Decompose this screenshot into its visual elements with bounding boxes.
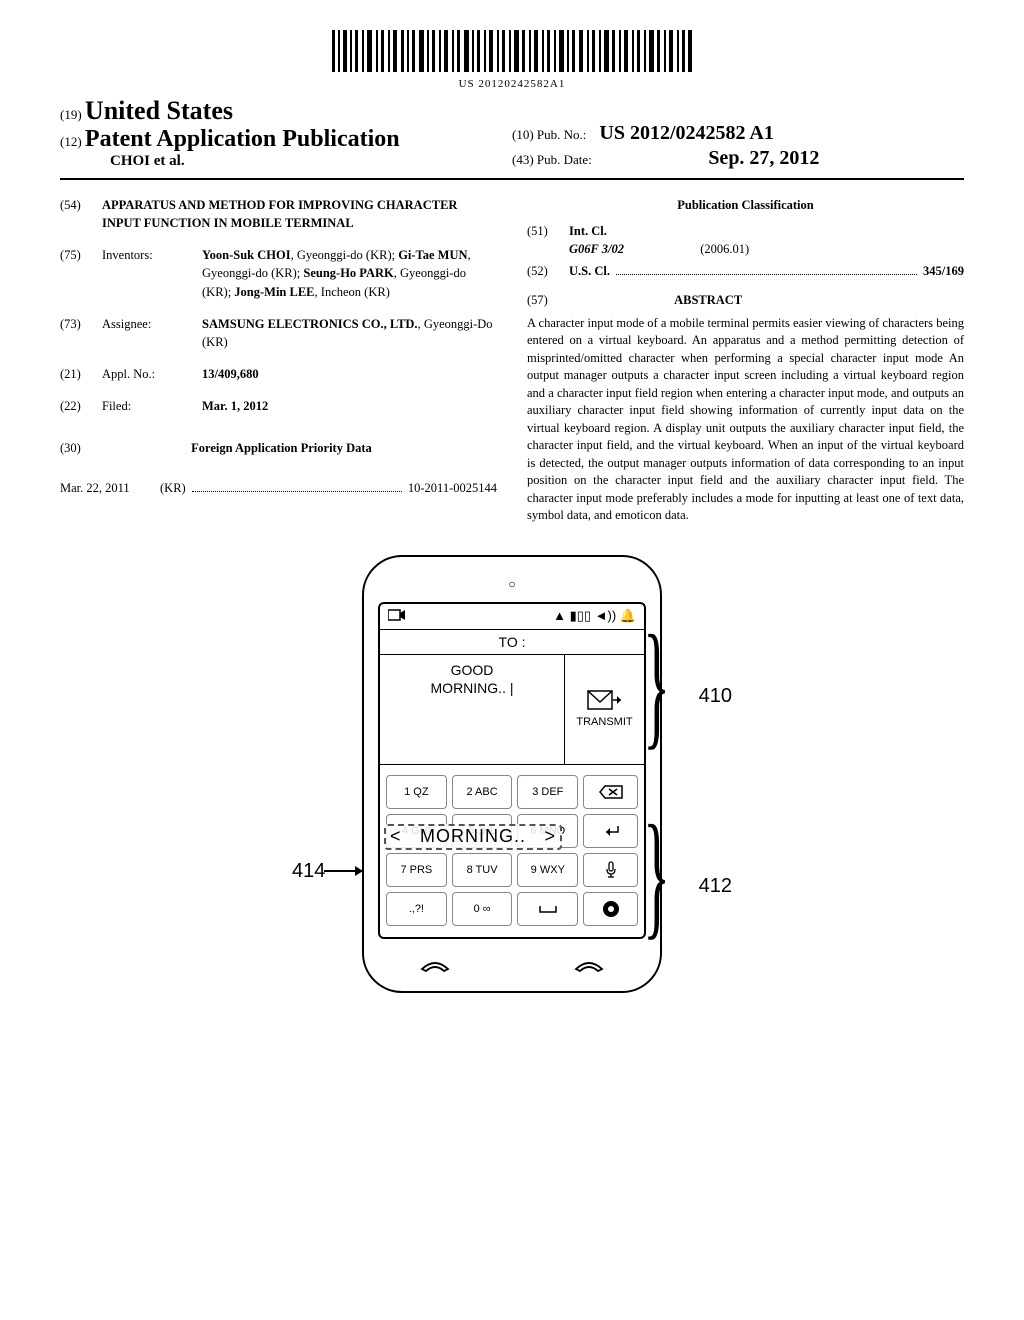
key-enter bbox=[583, 814, 638, 848]
key-space bbox=[517, 892, 578, 926]
us-cl-val: 345/169 bbox=[923, 262, 964, 280]
int-cl-label: Int. Cl. bbox=[569, 224, 607, 238]
appl-num: 13/409,680 bbox=[202, 367, 259, 381]
figure: } 410 } 412 414 ○ ▲ ▮▯▯ ◄)) 🔔 TO : GOOD … bbox=[60, 555, 964, 993]
phone-outline: ○ ▲ ▮▯▯ ◄)) 🔔 TO : GOOD MORNING.. | bbox=[362, 555, 662, 993]
filed: Mar. 1, 2012 bbox=[202, 399, 268, 413]
to-field: TO : bbox=[380, 630, 644, 655]
overlay-text: MORNING.. bbox=[420, 826, 526, 847]
envelope-icon bbox=[587, 690, 623, 714]
assignee-num: (73) bbox=[60, 315, 102, 351]
dots bbox=[616, 274, 917, 275]
us-cl-label: U.S. Cl. bbox=[569, 262, 610, 280]
title-num: (54) bbox=[60, 196, 102, 232]
key-backspace bbox=[583, 775, 638, 809]
abstract: A character input mode of a mobile termi… bbox=[527, 315, 964, 525]
gear-icon bbox=[601, 899, 621, 919]
overlay-left-chevron: < bbox=[390, 826, 402, 847]
appl-num-label: Appl. No.: bbox=[102, 365, 202, 383]
int-cl-year: (2006.01) bbox=[700, 242, 749, 256]
inventors-num: (75) bbox=[60, 246, 102, 300]
keypad: 1 QZ 2 ABC 3 DEF 4 GHI 5 JKL 6 MNO bbox=[380, 765, 644, 937]
key-9: 9 WXY bbox=[517, 853, 578, 887]
pub-no-label: Pub. No.: bbox=[537, 127, 586, 142]
foreign-title: Foreign Application Priority Data bbox=[84, 439, 479, 457]
header: (19) United States (12) Patent Applicati… bbox=[60, 96, 964, 170]
foreign-app: 10-2011-0025144 bbox=[408, 479, 497, 497]
key-1: 1 QZ bbox=[386, 775, 447, 809]
filed-label: Filed: bbox=[102, 397, 202, 415]
appl-num-num: (21) bbox=[60, 365, 102, 383]
message-area: GOOD MORNING.. | TRANSMIT bbox=[380, 655, 644, 765]
leader-414 bbox=[324, 870, 362, 872]
mic-icon bbox=[605, 861, 617, 879]
call-icon bbox=[418, 957, 452, 973]
left-column: (54) APPARATUS AND METHOD FOR IMPROVING … bbox=[60, 196, 497, 525]
callout-414: 414 bbox=[292, 860, 325, 883]
foreign-date: Mar. 22, 2011 bbox=[60, 479, 160, 497]
pub-date: Sep. 27, 2012 bbox=[708, 147, 819, 169]
phone-buttons bbox=[378, 939, 646, 973]
assignee-label: Assignee: bbox=[102, 315, 202, 351]
camera-icon bbox=[388, 608, 406, 625]
end-call-icon bbox=[572, 957, 606, 973]
assignee: SAMSUNG ELECTRONICS CO., LTD., Gyeonggi-… bbox=[202, 315, 497, 351]
pub-date-label: Pub. Date: bbox=[537, 152, 592, 167]
auxiliary-input-overlay: < MORNING.. > bbox=[384, 824, 562, 850]
overlay-right-chevron: > bbox=[544, 826, 556, 847]
phone-earpiece: ○ bbox=[378, 577, 646, 592]
msg-line-1: GOOD bbox=[451, 662, 494, 678]
key-7: 7 PRS bbox=[386, 853, 447, 887]
abstract-num: (57) bbox=[527, 293, 548, 307]
transmit-button: TRANSMIT bbox=[564, 655, 644, 764]
message-text: GOOD MORNING.. | bbox=[380, 655, 564, 764]
key-2: 2 ABC bbox=[452, 775, 513, 809]
biblio-columns: (54) APPARATUS AND METHOD FOR IMPROVING … bbox=[60, 196, 964, 525]
inventors-label: Inventors: bbox=[102, 246, 202, 300]
status-icons: ▲ ▮▯▯ ◄)) 🔔 bbox=[553, 608, 636, 625]
callout-410: 410 bbox=[699, 685, 732, 708]
key-3: 3 DEF bbox=[517, 775, 578, 809]
barcode-section: US 20120242582A1 bbox=[60, 30, 964, 90]
right-column: Publication Classification (51) Int. Cl.… bbox=[527, 196, 964, 525]
transmit-label: TRANSMIT bbox=[576, 716, 632, 728]
country-num: (19) bbox=[60, 107, 82, 122]
space-icon bbox=[538, 904, 558, 914]
key-sym: .,?! bbox=[386, 892, 447, 926]
pub-class-title: Publication Classification bbox=[527, 196, 964, 214]
barcode-image bbox=[332, 30, 692, 72]
pub-date-num: (43) bbox=[512, 152, 534, 167]
doc-type-num: (12) bbox=[60, 134, 82, 149]
invention-title: APPARATUS AND METHOD FOR IMPROVING CHARA… bbox=[102, 196, 497, 232]
doc-type: Patent Application Publication bbox=[85, 126, 400, 152]
barcode-text: US 20120242582A1 bbox=[60, 78, 964, 90]
key-settings bbox=[583, 892, 638, 926]
key-mic bbox=[583, 853, 638, 887]
divider bbox=[60, 178, 964, 180]
country: United States bbox=[85, 96, 233, 125]
backspace-icon bbox=[599, 785, 623, 799]
msg-line-2: MORNING.. | bbox=[431, 680, 514, 696]
authors-line: CHOI et al. bbox=[110, 153, 512, 170]
status-bar: ▲ ▮▯▯ ◄)) 🔔 bbox=[380, 604, 644, 630]
foreign-num: (30) bbox=[60, 441, 81, 455]
phone-screen: ▲ ▮▯▯ ◄)) 🔔 TO : GOOD MORNING.. | bbox=[378, 602, 646, 939]
us-cl-num: (52) bbox=[527, 262, 569, 280]
pub-no: US 2012/0242582 A1 bbox=[599, 122, 773, 144]
int-cl-code: G06F 3/02 bbox=[569, 242, 624, 256]
enter-icon bbox=[602, 824, 620, 838]
filed-num: (22) bbox=[60, 397, 102, 415]
dots bbox=[192, 491, 402, 492]
inventors: Yoon-Suk CHOI, Gyeonggi-do (KR); Gi-Tae … bbox=[202, 246, 497, 300]
callout-412: 412 bbox=[699, 875, 732, 898]
foreign-country: (KR) bbox=[160, 479, 186, 497]
abstract-label: ABSTRACT bbox=[674, 293, 742, 307]
key-8: 8 TUV bbox=[452, 853, 513, 887]
int-cl-num: (51) bbox=[527, 222, 569, 258]
key-0: 0 ∞ bbox=[452, 892, 513, 926]
pub-no-num: (10) bbox=[512, 127, 534, 142]
